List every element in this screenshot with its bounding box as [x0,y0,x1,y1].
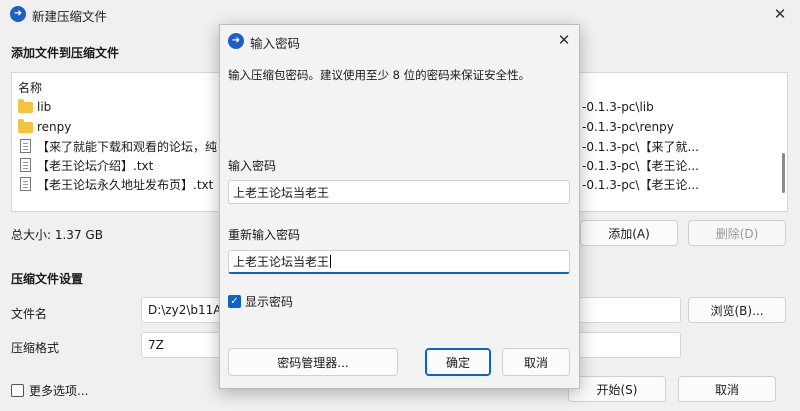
filename-label: 文件名 [11,307,48,321]
list-item-path: -0.1.3-pc\renpy [582,120,674,134]
folder-icon [18,118,33,133]
more-options[interactable]: 更多选项... [11,382,88,399]
list-item[interactable]: 【来了就能下载和观看的论坛，纯 [18,136,217,156]
password-dialog: ➜ 输入密码 ✕ 输入压缩包密码。建议使用至少 8 位的密码来保证安全性。 输入… [219,24,580,389]
list-item-path: -0.1.3-pc\【来了就... [582,139,699,154]
dialog-close-icon[interactable]: ✕ [554,30,574,50]
window-close-icon[interactable]: ✕ [770,4,790,24]
list-item[interactable]: lib [18,97,51,117]
list-item[interactable]: renpy [18,117,71,137]
checkmark-icon[interactable]: ✓ [228,295,241,308]
main-cancel-button[interactable]: 取消 [678,376,776,402]
ok-button[interactable]: 确定 [425,348,491,376]
confirm-password-label: 重新输入密码 [228,228,301,242]
password-manager-button[interactable]: 密码管理器... [228,348,398,376]
add-button[interactable]: 添加(A) [580,220,678,246]
add-files-title: 添加文件到压缩文件 [11,46,120,60]
window-title: 新建压缩文件 [32,9,108,24]
file-icon [20,139,31,153]
settings-title: 压缩文件设置 [11,272,84,286]
dialog-description: 输入压缩包密码。建议使用至少 8 位的密码来保证安全性。 [228,68,531,82]
delete-button[interactable]: 删除(D) [688,220,786,246]
password-input[interactable]: 上老王论坛当老王 [228,180,570,204]
list-header[interactable]: 名称 [18,77,42,97]
list-item[interactable]: 【老王论坛永久地址发布页】.txt [18,174,213,194]
browse-button[interactable]: 浏览(B)... [688,297,786,323]
list-scrollbar[interactable] [782,153,785,193]
format-label: 压缩格式 [11,341,60,355]
folder-icon [18,98,33,113]
total-size: 总大小: 1.37 GB [11,228,103,242]
list-item-path: -0.1.3-pc\lib [582,100,654,114]
dialog-title: 输入密码 [250,36,301,51]
app-logo-icon: ➜ [10,6,26,22]
dialog-logo-icon: ➜ [228,33,244,49]
list-item-path: -0.1.3-pc\【老王论... [582,177,699,192]
password-label: 输入密码 [228,159,277,173]
start-button[interactable]: 开始(S) [568,376,666,402]
file-icon [20,177,31,191]
text-caret [330,255,332,268]
dialog-cancel-button[interactable]: 取消 [502,348,570,376]
list-item[interactable]: 【老王论坛介绍】.txt [18,155,153,175]
show-password-toggle[interactable]: ✓ 显示密码 [228,293,293,310]
list-item-path: -0.1.3-pc\【老王论... [582,158,699,173]
more-options-checkbox[interactable] [11,384,24,397]
file-icon [20,158,31,172]
confirm-password-input[interactable]: 上老王论坛当老王 [228,250,570,274]
